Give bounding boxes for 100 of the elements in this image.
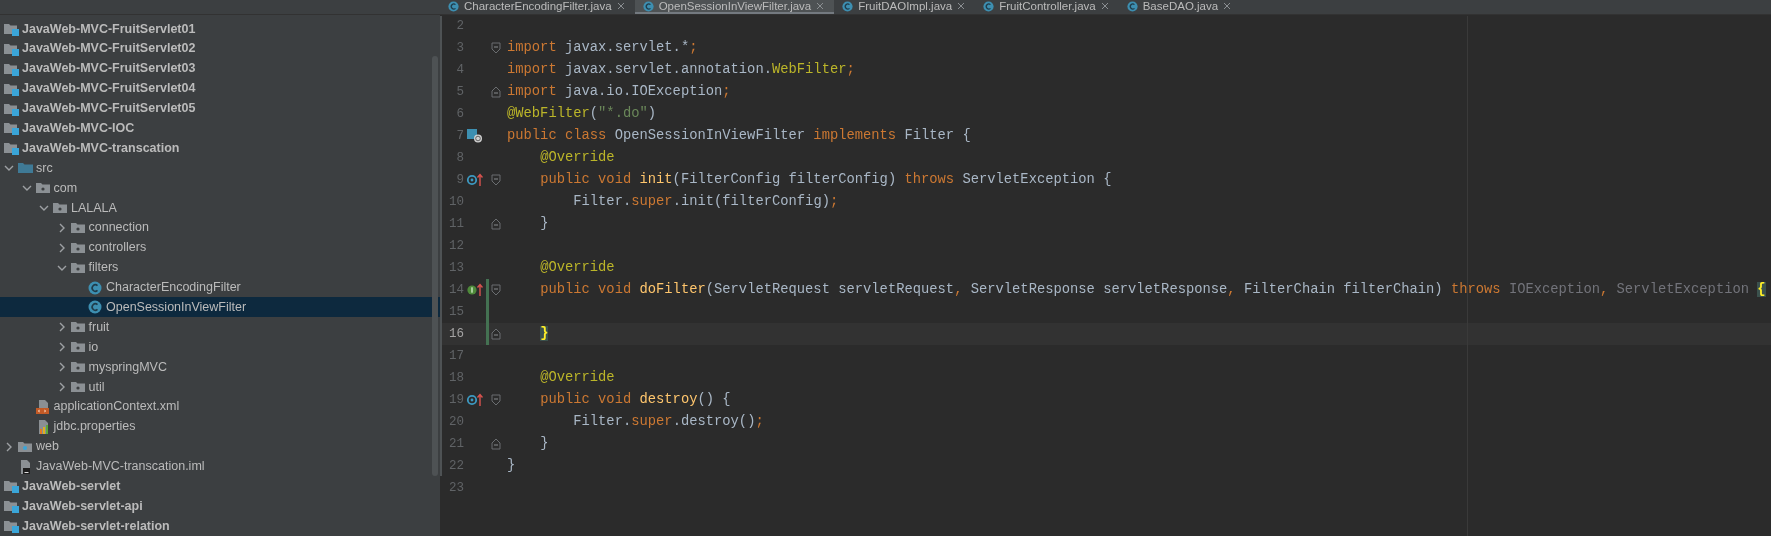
line-number: 23: [448, 479, 464, 497]
close-icon[interactable]: [957, 2, 966, 10]
module-folder-icon: [4, 519, 19, 534]
code-line: Filter.super.init(filterConfig);: [572, 192, 839, 211]
tree-item[interactable]: JavaWeb-MVC-FruitServlet05: [0, 98, 440, 119]
tree-item[interactable]: JavaWeb-MVC-transcation.iml: [0, 456, 440, 477]
class-icon: [842, 0, 854, 12]
class-icon: [983, 0, 995, 12]
line-number: 11: [448, 215, 464, 233]
tree-item[interactable]: myspringMVC: [0, 357, 440, 378]
class-icon: [1126, 0, 1138, 12]
package-icon: [35, 181, 51, 196]
code-line: @Override: [539, 148, 615, 167]
line-number: 17: [448, 347, 464, 365]
line-number: 5: [455, 83, 464, 101]
class-icon: [88, 300, 103, 315]
editor-tab[interactable]: FruitDAOImpl.java: [834, 0, 976, 14]
code-line: public void destroy() {: [539, 390, 731, 409]
tree-item[interactable]: src: [0, 158, 440, 179]
tree-item[interactable]: LALALA: [0, 198, 440, 218]
class-icon: [448, 0, 459, 12]
close-icon[interactable]: [616, 2, 625, 10]
module-folder-icon: [4, 21, 19, 36]
line-number: 9: [455, 171, 464, 189]
module-folder-icon: [4, 499, 19, 514]
code-line: public class OpenSessionInViewFilter implements Filter {: [506, 126, 971, 145]
tree-item[interactable]: filters: [0, 257, 440, 278]
package-icon: [70, 260, 86, 275]
editor-tab[interactable]: BaseDAO.java: [1118, 0, 1242, 14]
tree-item[interactable]: controllers: [0, 237, 440, 258]
line-number: 21: [448, 435, 464, 453]
code-line: public void init(FilterConfig filterConfig) throws ServletException {: [539, 170, 1112, 189]
line-number: 18: [448, 369, 464, 387]
code-line: import javax.servlet.*;: [506, 38, 698, 57]
class-icon: [88, 280, 103, 295]
xml-file-icon: [35, 399, 51, 414]
code-line: }: [539, 434, 549, 453]
tree-item[interactable]: connection: [0, 217, 440, 238]
close-icon[interactable]: [816, 2, 825, 10]
tree-item[interactable]: jdbc.properties: [0, 416, 440, 437]
line-number: 7: [455, 127, 464, 145]
tree-item[interactable]: util: [0, 377, 440, 397]
line-number: 22: [448, 457, 464, 475]
code-line: @WebFilter("*.do"): [506, 104, 657, 123]
tree-item[interactable]: JavaWeb-servlet-api: [0, 496, 440, 517]
tree-item[interactable]: io: [0, 337, 440, 358]
tree-item[interactable]: JavaWeb-servlet-relation: [0, 516, 440, 536]
editor-tab[interactable]: FruitController.java: [975, 0, 1119, 14]
module-folder-icon: [4, 101, 19, 116]
tree-item[interactable]: JavaWeb-MVC-IOC: [0, 118, 440, 139]
tree-item[interactable]: JavaWeb-MVC-FruitServlet04: [0, 78, 440, 99]
scrollbar[interactable]: [432, 56, 438, 476]
package-icon: [53, 200, 68, 215]
package-icon: [70, 220, 86, 235]
code-line: }: [506, 456, 516, 475]
package-icon: [70, 240, 86, 255]
close-icon[interactable]: [1223, 2, 1232, 10]
editor-tab[interactable]: CharacterEncodingFilter.java: [440, 0, 635, 14]
line-number: 3: [455, 39, 464, 57]
package-icon: [70, 379, 86, 394]
line-number: 4: [455, 61, 464, 79]
line-number: 2: [455, 17, 464, 35]
source-folder-icon: [18, 161, 33, 176]
package-icon: [70, 360, 86, 375]
code-line: import java.io.IOException;: [506, 82, 731, 101]
package-icon: [70, 340, 86, 355]
tree-item[interactable]: fruit: [0, 317, 440, 338]
editor-tab[interactable]: OpenSessionInViewFilter.java: [634, 0, 835, 14]
tree-item[interactable]: JavaWeb-servlet: [0, 476, 440, 497]
line-number: 13: [448, 259, 464, 277]
tree-item[interactable]: OpenSessionInViewFilter: [0, 297, 440, 318]
line-number: 15: [448, 303, 464, 321]
module-folder-icon: [4, 41, 19, 56]
module-folder-icon: [4, 141, 19, 156]
tree-item[interactable]: applicationContext.xml: [0, 396, 440, 417]
line-number: 8: [455, 149, 464, 167]
close-icon[interactable]: [1100, 2, 1109, 10]
line-number: 20: [448, 413, 464, 431]
code-line: import javax.servlet.annotation.WebFilter;: [506, 60, 855, 79]
code-line: Filter.super.destroy();: [572, 412, 764, 431]
tree-item[interactable]: web: [0, 436, 440, 457]
tree-item[interactable]: JavaWeb-MVC-FruitServlet02: [0, 38, 440, 59]
line-number: 6: [455, 105, 464, 123]
code-line: public void doFilter(ServletRequest servletRequest, ServletResponse servletResponse, FilterChain filterChain) throws IOException, ServletException {: [539, 280, 1766, 299]
code-line: }: [539, 214, 549, 233]
module-folder-icon: [4, 121, 19, 136]
tree-item[interactable]: JavaWeb-MVC-transcation: [0, 138, 440, 159]
class-icon: [642, 0, 654, 12]
line-number: 12: [448, 237, 464, 255]
line-number: 16: [448, 325, 464, 343]
module-file-icon: [18, 459, 33, 474]
tree-item[interactable]: CharacterEncodingFilter: [0, 277, 440, 298]
module-folder-icon: [4, 61, 19, 76]
line-number: 14: [448, 281, 464, 299]
module-folder-icon: [4, 81, 19, 96]
tree-item[interactable]: com: [0, 178, 440, 198]
tree-item[interactable]: JavaWeb-MVC-FruitServlet01: [0, 19, 440, 39]
line-number: 19: [448, 391, 464, 409]
tree-item[interactable]: JavaWeb-MVC-FruitServlet03: [0, 58, 440, 79]
code-line: @Override: [539, 368, 615, 387]
